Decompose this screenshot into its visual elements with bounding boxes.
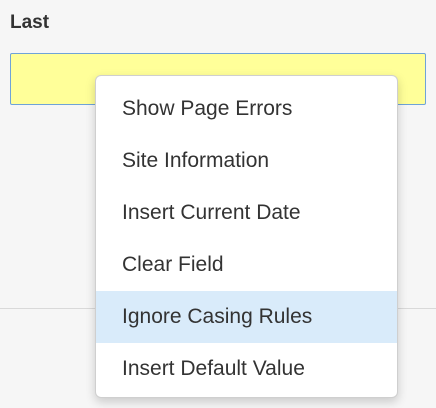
menu-item-clear-field[interactable]: Clear Field — [96, 239, 397, 291]
context-menu: Show Page Errors Site Information Insert… — [95, 75, 398, 398]
menu-item-site-information[interactable]: Site Information — [96, 135, 397, 187]
menu-item-insert-default-value[interactable]: Insert Default Value — [96, 343, 397, 395]
menu-item-show-page-errors[interactable]: Show Page Errors — [96, 83, 397, 135]
menu-item-ignore-casing-rules[interactable]: Ignore Casing Rules — [96, 291, 397, 343]
field-label-last: Last — [10, 12, 50, 33]
menu-item-insert-current-date[interactable]: Insert Current Date — [96, 187, 397, 239]
